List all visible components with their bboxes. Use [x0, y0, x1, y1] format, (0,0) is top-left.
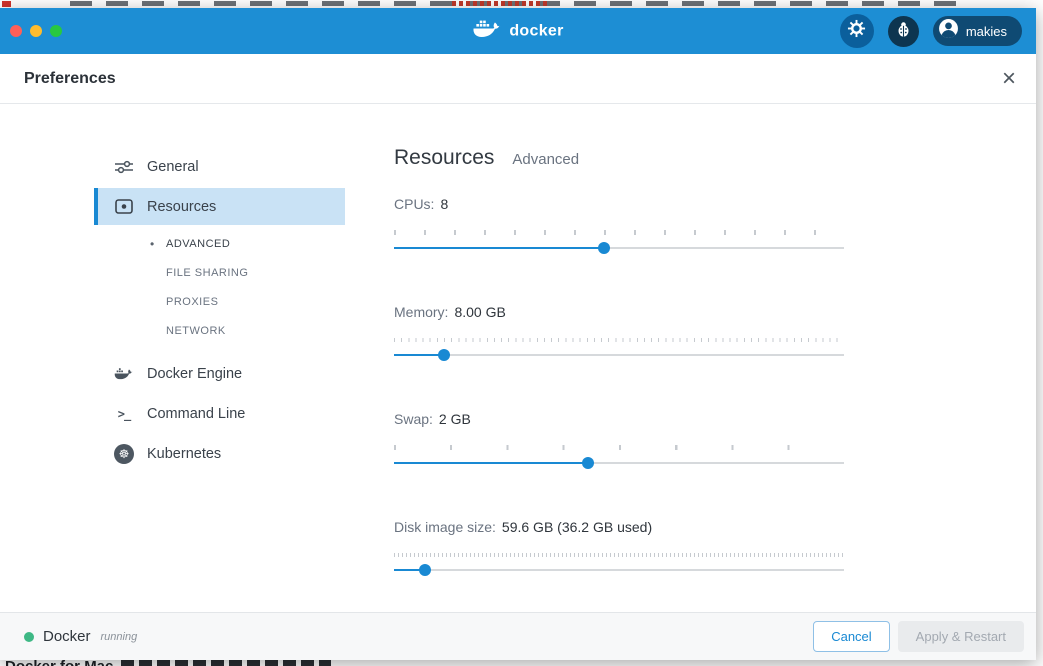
active-bullet-icon: •	[150, 236, 155, 251]
background-text-clipped-red	[452, 1, 548, 6]
cpus-label-row: CPUs: 8	[394, 196, 844, 213]
swap-slider[interactable]	[394, 457, 844, 469]
disk-label-row: Disk image size: 59.6 GB (36.2 GB used)	[394, 519, 844, 536]
background-heading-clipped: Docker for Mac	[5, 659, 113, 666]
sidebar-subitem-proxies[interactable]: PROXIES	[94, 287, 345, 316]
settings-button[interactable]	[839, 14, 874, 48]
footer-buttons: Cancel Apply & Restart	[813, 621, 1024, 652]
resources-subsections: • ADVANCED FILE SHARING PROXIES NETWORK	[0, 229, 345, 345]
sidebar: General Resources • ADVANCED FILE SHARIN…	[0, 104, 345, 612]
slider-handle[interactable]	[598, 242, 611, 254]
sidebar-item-label: Command Line	[147, 405, 246, 422]
traffic-light-minimize[interactable]	[30, 25, 42, 37]
sidebar-subitem-label: ADVANCED	[166, 237, 231, 250]
swap-slider-ticks	[394, 445, 844, 450]
sliders-icon	[114, 160, 134, 174]
traffic-light-zoom[interactable]	[50, 25, 62, 37]
slider-rail	[394, 354, 844, 356]
resources-advanced-panel: Resources Advanced CPUs: 8 Memory: 8.00 GB	[345, 104, 844, 612]
bug-icon	[896, 21, 911, 42]
sidebar-item-command-line[interactable]: >_ Command Line	[94, 395, 345, 432]
disk-image-size-slider[interactable]	[394, 564, 844, 576]
status-app-name: Docker	[43, 628, 91, 645]
user-account-button[interactable]: makies	[932, 16, 1022, 46]
sidebar-subitem-label: NETWORK	[166, 324, 226, 337]
background-text-blocks	[121, 660, 332, 666]
docker-brand: docker	[472, 18, 563, 45]
slider-fill	[394, 462, 588, 464]
diagnose-button[interactable]	[887, 15, 919, 47]
main-area: General Resources • ADVANCED FILE SHARIN…	[0, 104, 1036, 612]
slider-group-disk-image-size: Disk image size: 59.6 GB (36.2 GB used)	[394, 519, 844, 576]
app-header: docker makies	[0, 8, 1036, 54]
sidebar-subitem-label: FILE SHARING	[166, 266, 249, 279]
cpus-value: 8	[440, 196, 449, 212]
slider-rail	[394, 569, 844, 571]
sidebar-item-label: General	[147, 158, 199, 175]
cpus-slider-ticks	[394, 230, 844, 235]
sidebar-subitem-advanced[interactable]: • ADVANCED	[94, 229, 345, 258]
memory-label: Memory:	[394, 304, 449, 320]
user-name: makies	[965, 23, 1007, 39]
status-dot	[24, 631, 34, 642]
memory-slider[interactable]	[394, 349, 844, 361]
header-actions: makies	[839, 14, 1022, 48]
memory-slider-ticks	[394, 338, 844, 342]
close-icon[interactable]: ×	[1002, 66, 1016, 90]
kubernetes-icon: ☸	[114, 443, 134, 464]
apply-restart-button[interactable]: Apply & Restart	[897, 621, 1024, 652]
preferences-titlebar: Preferences ×	[0, 54, 1036, 104]
whale-icon	[114, 366, 134, 381]
sidebar-item-label: Resources	[147, 198, 217, 215]
resources-icon	[114, 199, 134, 214]
sidebar-item-label: Kubernetes	[147, 445, 222, 462]
disk-slider-ticks	[394, 553, 844, 557]
slider-handle[interactable]	[581, 457, 594, 469]
slider-group-memory: Memory: 8.00 GB	[394, 304, 844, 361]
docker-whale-icon	[472, 18, 502, 45]
sidebar-item-docker-engine[interactable]: Docker Engine	[94, 355, 345, 392]
status-bar: Docker running Cancel Apply & Restart	[0, 612, 1036, 660]
memory-label-row: Memory: 8.00 GB	[394, 304, 844, 321]
slider-handle[interactable]	[419, 564, 432, 576]
sidebar-subitem-file-sharing[interactable]: FILE SHARING	[94, 258, 345, 287]
slider-group-cpus: CPUs: 8	[394, 196, 844, 254]
user-avatar-icon	[938, 18, 959, 44]
disk-label: Disk image size:	[394, 519, 496, 535]
cpus-slider[interactable]	[394, 242, 844, 254]
sidebar-item-label: Docker Engine	[147, 365, 243, 382]
sidebar-item-general[interactable]: General	[94, 148, 345, 185]
sidebar-item-resources[interactable]: Resources	[94, 188, 345, 225]
gear-icon	[847, 19, 866, 43]
slider-fill	[394, 247, 605, 249]
section-title: Resources	[394, 146, 495, 169]
memory-value: 8.00 GB	[454, 304, 506, 320]
sidebar-item-kubernetes[interactable]: ☸ Kubernetes	[94, 435, 345, 472]
window-controls	[10, 25, 62, 37]
disk-value: 59.6 GB (36.2 GB used)	[501, 519, 653, 535]
swap-label-row: Swap: 2 GB	[394, 411, 844, 428]
page-title: Preferences	[24, 69, 116, 87]
section-subtitle: Advanced	[512, 151, 580, 168]
background-page-top	[0, 0, 1043, 8]
cancel-button[interactable]: Cancel	[813, 621, 890, 652]
status-text: running	[100, 630, 138, 643]
cpus-label: CPUs:	[394, 196, 435, 212]
sidebar-subitem-label: PROXIES	[166, 295, 219, 308]
sidebar-subitem-network[interactable]: NETWORK	[94, 316, 345, 345]
content-header: Resources Advanced	[394, 146, 844, 172]
background-artifact	[2, 1, 11, 7]
slider-group-swap: Swap: 2 GB	[394, 411, 844, 469]
preferences-window: docker makies Preferences × General Reso…	[0, 8, 1036, 660]
swap-value: 2 GB	[438, 411, 471, 427]
traffic-light-close[interactable]	[10, 25, 22, 37]
slider-handle[interactable]	[437, 349, 450, 361]
background-page-bottom: Docker for Mac	[5, 659, 332, 666]
slider-fill	[394, 354, 444, 356]
brand-label: docker	[509, 22, 564, 39]
swap-label: Swap:	[394, 411, 433, 427]
terminal-icon: >_	[117, 406, 131, 421]
